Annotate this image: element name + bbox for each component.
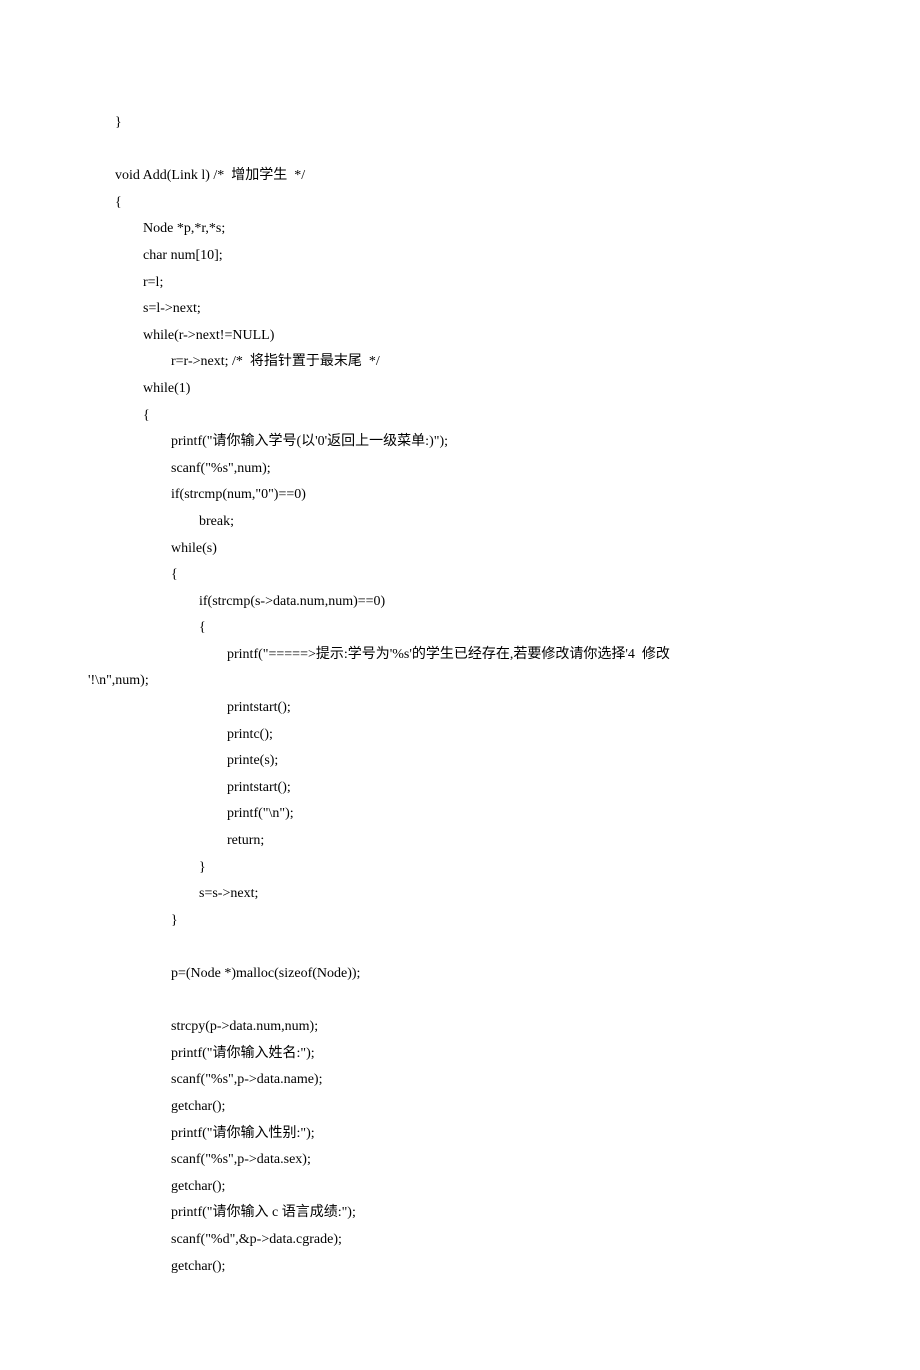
code-line: scanf("%d",&p->data.cgrade); bbox=[115, 1227, 805, 1254]
code-line: char num[10]; bbox=[115, 243, 805, 270]
code-line: printc(); bbox=[115, 722, 805, 749]
code-line bbox=[115, 137, 805, 164]
code-line: printf("请你输入学号(以'0'返回上一级菜单:)"); bbox=[115, 429, 805, 456]
code-line: strcpy(p->data.num,num); bbox=[115, 1014, 805, 1041]
code-line: printf("=====>提示:学号为'%s'的学生已经存在,若要修改请你选择… bbox=[115, 642, 805, 669]
code-line: printe(s); bbox=[115, 748, 805, 775]
code-line: r=r->next; /* 将指针置于最末尾 */ bbox=[115, 349, 805, 376]
code-line: printf("请你输入 c 语言成绩:"); bbox=[115, 1200, 805, 1227]
code-line: while(s) bbox=[115, 536, 805, 563]
document-page: } void Add(Link l) /* 增加学生 */{ Node *p,*… bbox=[0, 0, 920, 1370]
code-line: if(strcmp(s->data.num,num)==0) bbox=[115, 589, 805, 616]
code-line: r=l; bbox=[115, 270, 805, 297]
code-line: break; bbox=[115, 509, 805, 536]
code-line: getchar(); bbox=[115, 1254, 805, 1281]
code-line: getchar(); bbox=[115, 1174, 805, 1201]
code-line: scanf("%s",p->data.name); bbox=[115, 1067, 805, 1094]
code-line: scanf("%s",num); bbox=[115, 456, 805, 483]
code-line: scanf("%s",p->data.sex); bbox=[115, 1147, 805, 1174]
code-line: getchar(); bbox=[115, 1094, 805, 1121]
code-line: s=s->next; bbox=[115, 881, 805, 908]
code-line: '!\n",num); bbox=[88, 668, 805, 695]
code-line: { bbox=[115, 403, 805, 430]
code-block: } void Add(Link l) /* 增加学生 */{ Node *p,*… bbox=[115, 110, 805, 1280]
code-line: return; bbox=[115, 828, 805, 855]
code-line: printf("请你输入姓名:"); bbox=[115, 1041, 805, 1068]
code-line: s=l->next; bbox=[115, 296, 805, 323]
code-line: while(1) bbox=[115, 376, 805, 403]
code-line: { bbox=[115, 615, 805, 642]
code-line: Node *p,*r,*s; bbox=[115, 216, 805, 243]
code-line: } bbox=[115, 855, 805, 882]
code-line: printf("请你输入性别:"); bbox=[115, 1121, 805, 1148]
code-line: void Add(Link l) /* 增加学生 */ bbox=[115, 163, 805, 190]
code-line: { bbox=[115, 562, 805, 589]
code-line: } bbox=[115, 110, 805, 137]
code-line: } bbox=[115, 908, 805, 935]
code-line: printstart(); bbox=[115, 775, 805, 802]
code-line: printstart(); bbox=[115, 695, 805, 722]
code-line: printf("\n"); bbox=[115, 801, 805, 828]
code-line: while(r->next!=NULL) bbox=[115, 323, 805, 350]
code-line bbox=[115, 988, 805, 1015]
code-line: p=(Node *)malloc(sizeof(Node)); bbox=[115, 961, 805, 988]
code-line bbox=[115, 934, 805, 961]
code-line: if(strcmp(num,"0")==0) bbox=[115, 482, 805, 509]
code-line: { bbox=[115, 190, 805, 217]
